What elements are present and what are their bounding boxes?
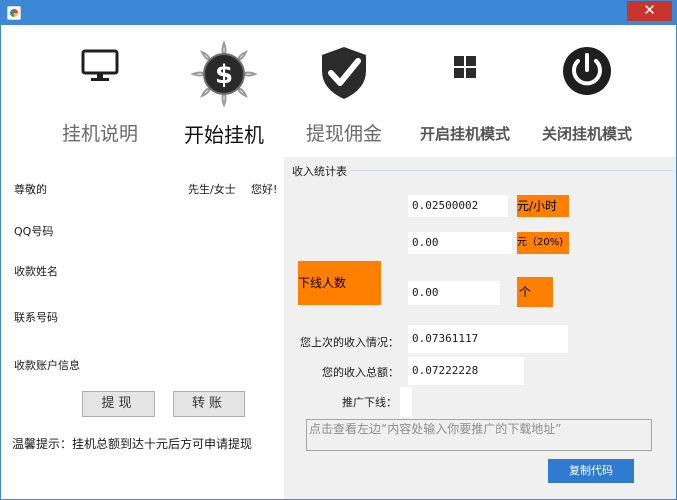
tool-label: 挂机说明 xyxy=(61,123,138,145)
tool-label: 开启挂机模式 xyxy=(419,125,510,143)
promo-link-box[interactable]: 点击查看左边“内容处输入你要推广的下载地址” xyxy=(306,419,652,451)
transfer-button[interactable]: 转账 xyxy=(173,391,245,417)
total-income-label: 您的收入总额： xyxy=(322,366,399,379)
monitor-icon xyxy=(81,49,119,87)
last-income-label: 您上次的收入情况： xyxy=(300,336,399,349)
payee-name-label: 收款姓名 xyxy=(14,265,58,278)
shield-check-icon xyxy=(319,45,369,105)
svg-text:$: $ xyxy=(215,60,233,90)
promo-label: 推广下线： xyxy=(342,396,397,409)
rate-field: 0.02500002 xyxy=(408,195,508,217)
close-button[interactable]: ✕ xyxy=(627,1,672,21)
copy-code-button[interactable]: 复制代码 xyxy=(548,459,634,483)
income-stats-panel: 收入统计表 0.02500002 元/小时 0.00 元（20%) 下线人数 0… xyxy=(284,157,676,499)
tool-enable-mode[interactable]: 开启挂机模式 xyxy=(410,25,520,157)
total-income-field: 0.07222228 xyxy=(408,357,524,385)
qq-label: QQ号码 xyxy=(14,225,54,238)
withdraw-tip: 温馨提示：挂机总额到达十元后方可申请提现 xyxy=(12,437,253,451)
downline-badge: 下线人数 xyxy=(298,261,381,305)
windows-icon xyxy=(453,55,477,83)
tool-label: 开始挂机 xyxy=(184,123,264,147)
tool-disable-mode[interactable]: 关闭挂机模式 xyxy=(530,25,644,157)
tool-label: 提现佣金 xyxy=(305,123,382,145)
commission-unit-badge: 元（20%) xyxy=(517,232,569,254)
promo-value-area xyxy=(400,387,412,417)
main-toolbar: 挂机说明 $ 开始挂机 提现佣金 开启挂机模式 关闭挂机模式 xyxy=(2,25,675,157)
tool-withdraw-commission[interactable]: 提现佣金 xyxy=(292,25,396,157)
commission-field: 0.00 xyxy=(408,232,512,254)
app-icon xyxy=(7,6,21,20)
app-window: ✕ 挂机说明 $ 开始挂机 提现佣金 开启挂机模式 关闭挂机模式 尊敬的 先生/… xyxy=(0,0,677,500)
rate-unit-badge: 元/小时 xyxy=(517,195,569,217)
tool-start[interactable]: $ 开始挂机 xyxy=(172,25,276,157)
group-border xyxy=(350,170,674,171)
withdraw-button[interactable]: 提现 xyxy=(82,391,155,417)
tool-label: 关闭挂机模式 xyxy=(541,125,632,143)
downline-field: 0.00 xyxy=(408,281,500,305)
hello-label: 您好! xyxy=(251,183,278,196)
title-bar[interactable]: ✕ xyxy=(1,1,676,25)
phone-label: 联系号码 xyxy=(14,311,58,324)
income-stats-title: 收入统计表 xyxy=(292,163,349,179)
power-icon xyxy=(561,45,613,101)
salutation-label: 先生/女士 xyxy=(188,183,236,196)
user-info-panel: 尊敬的 先生/女士 您好! QQ号码 收款姓名 联系号码 收款账户信息 提现 转… xyxy=(2,157,283,499)
downline-unit-badge: 个 xyxy=(517,277,553,307)
tool-instructions[interactable]: 挂机说明 xyxy=(50,25,150,157)
greeting-label: 尊敬的 xyxy=(14,183,47,196)
last-income-field: 0.07361117 xyxy=(408,325,568,353)
dollar-coin-icon: $ xyxy=(190,40,258,111)
account-label: 收款账户信息 xyxy=(14,359,80,372)
